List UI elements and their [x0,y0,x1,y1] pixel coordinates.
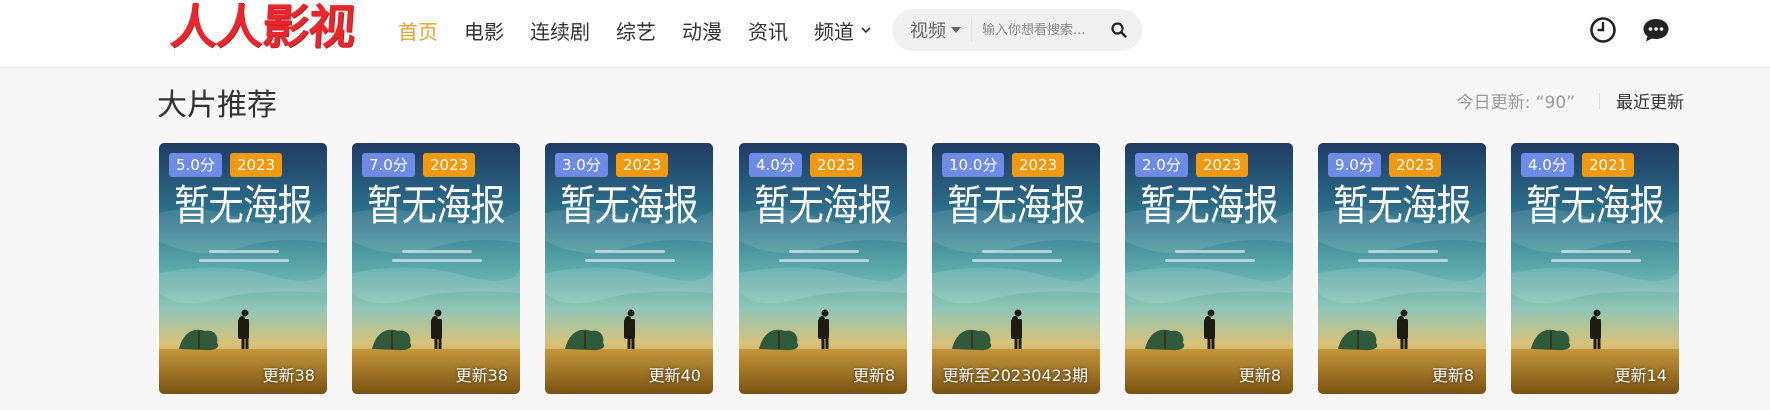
year-badge: 2023 [616,153,669,177]
no-poster-text: 暂无海报 [1140,181,1279,230]
poster-tagline-line [982,250,1052,253]
score-badge: 3.0分 [555,153,608,177]
update-status: 更新8 [1431,366,1474,385]
year-badge: 2023 [810,153,863,177]
update-status: 更新8 [1238,366,1281,385]
poster-tagline-line [199,259,289,262]
search-category-select[interactable]: 视频 [892,18,972,42]
year-badge: 2023 [1389,153,1442,177]
chat-icon[interactable] [1641,16,1671,44]
year-badge: 2023 [1196,153,1249,177]
nav-anime[interactable]: 动漫 [682,16,722,45]
poster-tagline-line [789,250,859,253]
today-update-count: 今日更新: “90” [1456,93,1575,113]
update-status: 更新38 [455,366,508,385]
nav-movies[interactable]: 电影 [464,16,504,45]
search-icon[interactable] [1110,21,1128,39]
no-poster-text: 暂无海报 [754,181,893,230]
movie-card[interactable]: 3.0分 2023 暂无海报 更新40 [545,143,713,394]
score-badge: 5.0分 [169,153,222,177]
update-status: 更新38 [262,366,315,385]
search-box: 视频 [892,9,1142,51]
score-badge: 10.0分 [942,153,1005,177]
nav-channels-label: 频道 [814,19,854,44]
search-input[interactable] [982,22,1112,38]
movie-card[interactable]: 5.0分 2023 暂无海报 更新38 [159,143,327,394]
poster-tagline-line [972,259,1062,262]
poster-tagline-line [595,250,665,253]
poster-tagline-line [1561,250,1631,253]
movie-card[interactable]: 7.0分 2023 暂无海报 更新38 [352,143,520,394]
no-poster-text: 暂无海报 [1333,181,1472,230]
no-poster-text: 暂无海报 [560,181,699,230]
score-badge: 4.0分 [1521,153,1574,177]
movie-card[interactable]: 4.0分 2021 暂无海报 更新14 [1511,143,1679,394]
movie-card[interactable]: 4.0分 2023 暂无海报 更新8 [739,143,907,394]
movie-card[interactable]: 2.0分 2023 暂无海报 更新8 [1125,143,1293,394]
poster-tagline-line [392,259,482,262]
no-poster-text: 暂无海报 [1526,181,1665,230]
poster-tagline-line [585,259,675,262]
poster-tagline-line [779,259,869,262]
poster-tagline-line [209,250,279,253]
poster-tagline-line [1358,259,1448,262]
site-logo[interactable]: 人人影视 [168,0,356,60]
poster-tagline-line [1165,259,1255,262]
update-status: 更新至20230423期 [942,366,1088,385]
score-badge: 9.0分 [1328,153,1381,177]
poster-tagline-line [1551,259,1641,262]
update-status: 更新40 [648,366,701,385]
search-category-label: 视频 [910,21,946,42]
poster-tagline-line [1368,250,1438,253]
year-badge: 2021 [1582,153,1635,177]
nav-variety[interactable]: 综艺 [616,16,656,45]
nav-news[interactable]: 资讯 [748,16,788,45]
year-badge: 2023 [230,153,283,177]
movie-card[interactable]: 10.0分 2023 暂无海报 更新至20230423期 [932,143,1100,394]
nav-series[interactable]: 连续剧 [530,16,590,45]
score-badge: 2.0分 [1135,153,1188,177]
nav-home[interactable]: 首页 [398,16,438,45]
poster-tagline-line [1175,250,1245,253]
chevron-down-icon [861,27,871,34]
divider [1599,92,1600,109]
nav-channels[interactable]: 频道 [814,16,873,45]
score-badge: 7.0分 [362,153,415,177]
no-poster-text: 暂无海报 [174,181,313,230]
score-badge: 4.0分 [749,153,802,177]
year-badge: 2023 [423,153,476,177]
section-title: 大片推荐 [157,88,277,123]
no-poster-text: 暂无海报 [947,181,1086,230]
top-header: 人人影视 首页 电影 连续剧 综艺 动漫 资讯 频道 视频 [0,0,1770,68]
movie-card[interactable]: 9.0分 2023 暂无海报 更新8 [1318,143,1486,394]
recent-updates-link[interactable]: 最近更新 [1616,88,1684,113]
clock-icon[interactable] [1589,16,1617,44]
main-nav: 首页 电影 连续剧 综艺 动漫 资讯 频道 [398,14,899,46]
year-badge: 2023 [1012,153,1065,177]
caret-down-icon [951,27,961,33]
poster-tagline-line [402,250,472,253]
update-status: 更新14 [1614,366,1667,385]
update-status: 更新8 [852,366,895,385]
section-meta: 今日更新: “90” 最近更新 [1457,88,1684,113]
no-poster-text: 暂无海报 [367,181,506,230]
